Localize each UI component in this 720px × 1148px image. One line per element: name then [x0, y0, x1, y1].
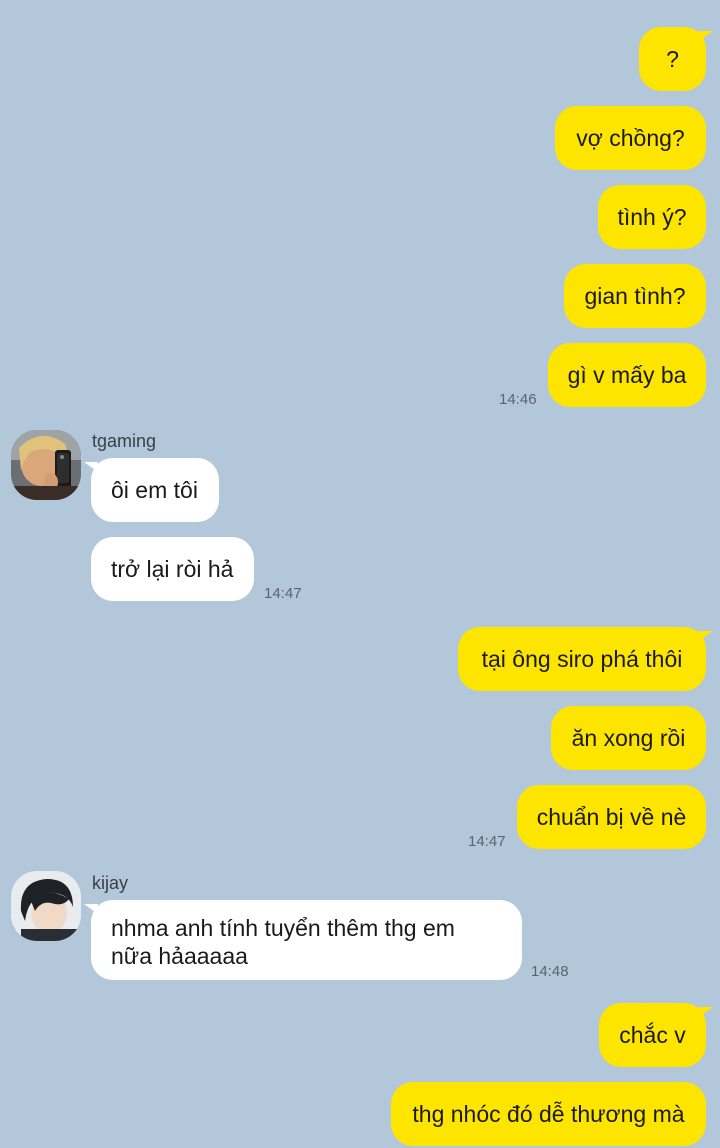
avatar-tgaming[interactable]: [11, 430, 81, 500]
my-message-bubble[interactable]: tình ý?: [598, 185, 706, 249]
message-timestamp: 14:47: [468, 833, 506, 850]
message-text: gì v mấy ba: [567, 362, 687, 388]
message-text: nhma anh tính tuyển thêm thg em nữa hảaa…: [111, 915, 455, 969]
their-message-bubble[interactable]: nhma anh tính tuyển thêm thg em nữa hảaa…: [84, 900, 522, 980]
message-text: ?: [666, 46, 679, 72]
message-text: thg nhóc đó dễ thương mà: [412, 1101, 685, 1127]
message-text: ôi em tôi: [111, 477, 198, 503]
message-text: gian tình?: [584, 283, 686, 309]
their-message-bubble[interactable]: ôi em tôi: [84, 458, 219, 522]
user-avatar-photo-icon: [11, 871, 81, 941]
message-timestamp: 14:48: [531, 963, 569, 980]
my-message-bubble[interactable]: gì v mấy ba: [548, 343, 706, 407]
my-message-bubble[interactable]: ?: [639, 27, 713, 91]
sender-name: kijay: [92, 873, 129, 893]
my-message-bubble[interactable]: chắc v: [599, 1003, 713, 1067]
message-text: chuẩn bị về nè: [536, 804, 687, 830]
sender-name: tgaming: [92, 431, 157, 451]
my-message-bubble[interactable]: thg nhóc đó dễ thương mà: [391, 1082, 706, 1146]
my-message-bubble[interactable]: tại ông siro phá thôi: [458, 627, 713, 691]
message-text: tình ý?: [617, 204, 687, 230]
user-avatar-photo-icon: [11, 430, 81, 500]
message-text: chắc v: [619, 1022, 686, 1048]
message-timestamp: 14:47: [264, 585, 302, 602]
message-timestamp: 14:46: [499, 391, 537, 408]
chat-message-list[interactable]: ? vợ chồng? tình ý? gian tình? gì v mấy …: [0, 0, 720, 1148]
my-message-bubble[interactable]: chuẩn bị về nè: [517, 785, 706, 849]
avatar-kijay[interactable]: [11, 871, 81, 941]
my-message-bubble[interactable]: ăn xong rồi: [551, 706, 706, 770]
message-text: trở lại ròi hả: [111, 556, 234, 582]
my-message-bubble[interactable]: vợ chồng?: [555, 106, 706, 170]
my-message-bubble[interactable]: gian tình?: [564, 264, 706, 328]
message-text: vợ chồng?: [576, 125, 685, 151]
message-text: ăn xong rồi: [571, 725, 686, 751]
their-message-bubble[interactable]: trở lại ròi hả: [91, 537, 254, 601]
message-text: tại ông siro phá thôi: [481, 646, 683, 672]
